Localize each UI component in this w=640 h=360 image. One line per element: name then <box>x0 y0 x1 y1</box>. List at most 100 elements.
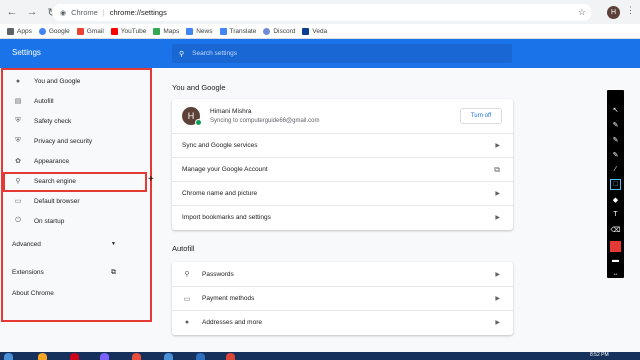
section-title-you-and-google: You and Google <box>172 83 226 92</box>
pointer-icon[interactable]: ↖ <box>610 104 621 115</box>
pen-icon[interactable]: ✎ <box>610 119 621 130</box>
taskbar-app-icon[interactable] <box>70 353 79 360</box>
palette-icon: ✿ <box>15 158 21 165</box>
windows-taskbar <box>0 352 640 360</box>
row-chrome-name-picture[interactable]: Chrome name and picture ▶ <box>172 181 513 205</box>
row-passwords[interactable]: ⚲ Passwords ▶ <box>172 262 513 286</box>
autofill-card: ⚲ Passwords ▶ ▭ Payment methods ▶ ● Addr… <box>172 262 513 335</box>
open-in-new-icon: ⧉ <box>494 164 500 174</box>
address-bar[interactable]: ◉ Chrome | chrome://settings ☆ <box>52 4 592 21</box>
start-icon[interactable] <box>4 353 13 360</box>
crosshair-cursor-icon: + <box>148 174 154 185</box>
sidebar-extensions[interactable]: Extensions ⧉ <box>12 269 116 276</box>
sidebar-item-appearance[interactable]: ✿ Appearance <box>0 151 148 171</box>
bookmark-maps[interactable]: Maps <box>153 27 179 35</box>
annotation-toolbar: ↖ ✎ ✎ ✎ ∕ □ ◆ T ⌫ ▬ ↔ <box>607 90 624 278</box>
veda-icon <box>302 27 310 35</box>
url-separator: | <box>102 8 105 17</box>
turn-off-sync-button[interactable]: Turn off <box>460 108 502 124</box>
sidebar-item-search-engine[interactable]: ⚲ Search engine <box>0 171 148 191</box>
chevron-right-icon: ▶ <box>495 271 500 278</box>
forward-arrow-icon[interactable]: → <box>24 4 40 20</box>
profile-avatar[interactable]: H <box>607 6 620 19</box>
bookmark-news[interactable]: News <box>186 27 213 35</box>
taskbar-app-icon[interactable] <box>196 353 205 360</box>
bookmark-discord[interactable]: Discord <box>263 27 295 35</box>
news-icon <box>186 27 194 35</box>
search-settings-input[interactable]: ⚲ Search settings <box>172 44 512 63</box>
search-icon: ⚲ <box>15 178 21 185</box>
taskbar-app-icon[interactable] <box>132 353 141 360</box>
open-in-new-icon: ⧉ <box>111 269 116 276</box>
highlighter-icon[interactable]: ✎ <box>610 149 621 160</box>
color-swatch-icon[interactable] <box>610 241 621 252</box>
chrome-taskbar-icon[interactable] <box>226 353 235 360</box>
marker-icon[interactable]: ✎ <box>610 134 621 145</box>
bookmark-gmail[interactable]: Gmail <box>76 27 104 35</box>
chevron-right-icon: ▶ <box>495 215 500 221</box>
profile-name: Himani Mishra <box>210 108 252 115</box>
key-icon: ⚲ <box>184 271 190 278</box>
line-icon[interactable]: ∕ <box>610 164 621 175</box>
bookmark-apps[interactable]: Apps <box>7 27 32 35</box>
row-addresses[interactable]: ● Addresses and more ▶ <box>172 310 513 334</box>
expand-icon[interactable]: ↔ <box>610 268 621 279</box>
bookmarks-bar: Apps Google Gmail YouTube Maps News Tran… <box>0 24 640 39</box>
sidebar-item-autofill[interactable]: ▤ Autofill <box>0 91 148 111</box>
taskbar-clock: 8:52 PM <box>590 352 609 358</box>
google-icon <box>38 27 46 35</box>
sidebar-item-default-browser[interactable]: ▭ Default browser <box>0 191 148 211</box>
row-manage-google-account[interactable]: Manage your Google Account ⧉ <box>172 157 513 181</box>
sync-badge-icon <box>195 119 202 126</box>
credit-card-icon: ▭ <box>183 295 191 303</box>
bookmark-youtube[interactable]: YouTube <box>110 27 146 35</box>
power-icon: ⏻ <box>15 217 21 224</box>
maps-icon <box>153 27 161 35</box>
shield-lock-icon: ⛨ <box>15 137 21 144</box>
page-title: Settings <box>12 48 41 57</box>
person-icon: ● <box>15 77 21 85</box>
shapes-icon[interactable]: ◆ <box>610 194 621 205</box>
text-icon[interactable]: T <box>610 209 621 220</box>
search-icon: ⚲ <box>179 50 185 58</box>
chevron-right-icon: ▶ <box>495 320 500 326</box>
row-sync-google-services[interactable]: Sync and Google services ▶ <box>172 133 513 157</box>
search-placeholder: Search settings <box>192 50 237 57</box>
youtube-icon <box>110 27 118 35</box>
site-label: Chrome <box>71 8 98 17</box>
taskbar-app-icon[interactable] <box>164 353 173 360</box>
sidebar-item-on-startup[interactable]: ⏻ On startup <box>0 211 148 231</box>
eraser-icon[interactable]: ⌫ <box>610 224 621 235</box>
bookmark-google[interactable]: Google <box>38 27 70 35</box>
sidebar-item-safety-check[interactable]: ⛨ Safety check <box>0 111 148 131</box>
row-import-bookmarks[interactable]: Import bookmarks and settings ▶ <box>172 205 513 229</box>
sidebar-item-privacy[interactable]: ⛨ Privacy and security <box>0 131 148 151</box>
chevron-down-icon: ▼ <box>111 241 116 247</box>
you-and-google-card: H Himani Mishra Syncing to computerguide… <box>172 99 513 230</box>
section-title-autofill: Autofill <box>172 244 195 253</box>
sidebar-about-chrome[interactable]: About Chrome <box>12 290 54 297</box>
back-arrow-icon[interactable]: ← <box>4 4 20 20</box>
taskbar-app-icon[interactable] <box>38 353 47 360</box>
row-payment-methods[interactable]: ▭ Payment methods ▶ <box>172 286 513 310</box>
shield-icon: ⛨ <box>15 117 21 124</box>
stroke-width-icon[interactable]: ▬ <box>610 255 621 266</box>
url-text: chrome://settings <box>109 8 167 17</box>
kebab-menu-icon[interactable]: ⋮ <box>626 5 635 16</box>
bookmark-star-icon[interactable]: ☆ <box>578 7 586 18</box>
translate-icon <box>219 27 227 35</box>
discord-icon <box>263 27 271 35</box>
rectangle-icon[interactable]: □ <box>610 179 621 190</box>
gmail-icon <box>76 27 84 35</box>
site-info-icon[interactable]: ◉ <box>60 9 66 17</box>
bookmark-veda[interactable]: Veda <box>302 27 327 35</box>
apps-grid-icon <box>7 27 14 35</box>
clipboard-icon: ▤ <box>14 98 22 105</box>
sidebar-item-you-and-google[interactable]: ● You and Google <box>0 71 148 91</box>
sidebar-advanced[interactable]: Advanced ▼ <box>12 241 116 248</box>
chevron-right-icon: ▶ <box>495 191 500 197</box>
taskbar-app-icon[interactable] <box>100 353 109 360</box>
profile-row: H Himani Mishra Syncing to computerguide… <box>172 99 513 133</box>
chevron-right-icon: ▶ <box>495 143 500 149</box>
bookmark-translate[interactable]: Translate <box>219 27 256 35</box>
